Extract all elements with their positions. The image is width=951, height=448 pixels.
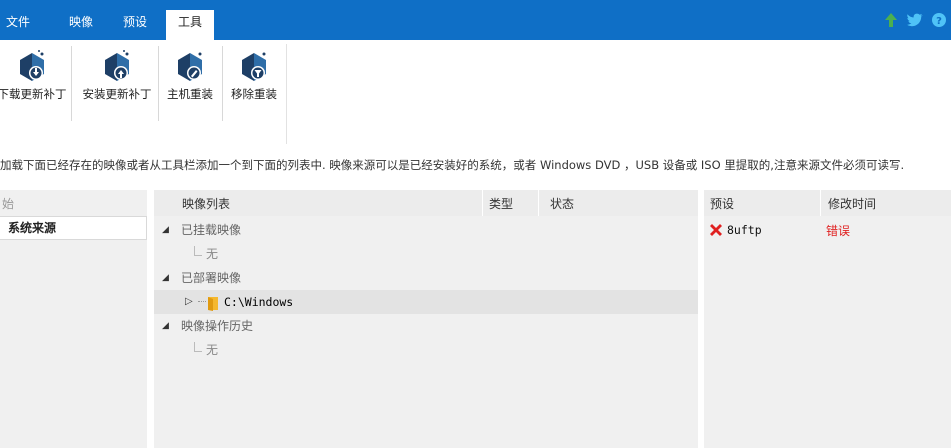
- install-update-button[interactable]: 安装更新补丁: [78, 48, 156, 102]
- left-panel: 始 系统来源: [0, 190, 147, 448]
- expanded-arrow-icon[interactable]: ◢: [162, 314, 169, 338]
- tree-group-label: 映像操作历史: [181, 319, 254, 333]
- ribbon: 下载更新补丁 安装更新补丁 主机重装 移除重装: [0, 40, 951, 146]
- collapsed-arrow-icon[interactable]: ▷: [185, 290, 193, 314]
- column-divider: [482, 190, 483, 216]
- remove-reinstall-icon: [238, 48, 270, 84]
- image-list-panel: 映像列表 类型 状态 ◢ 已挂载映像 无 ◢ 已部署映像 ▷ C:\Window…: [154, 190, 698, 448]
- instruction-text: 加载下面已经存在的映像或者从工具栏添加一个到下面的列表中. 映像来源可以是已经安…: [0, 158, 905, 172]
- column-header-image-list[interactable]: 映像列表: [182, 195, 230, 212]
- tree-group-history[interactable]: ◢ 映像操作历史: [154, 314, 698, 338]
- host-reinstall-button[interactable]: 主机重装: [162, 48, 218, 102]
- install-update-icon: [101, 48, 133, 84]
- tab-presets[interactable]: 预设: [123, 10, 147, 40]
- column-header-modified[interactable]: 修改时间: [828, 195, 876, 212]
- tab-image[interactable]: 映像: [69, 10, 93, 40]
- ribbon-divider: [158, 46, 159, 121]
- host-reinstall-icon: [174, 48, 206, 84]
- left-panel-header: 始: [2, 197, 15, 211]
- column-header-type[interactable]: 类型: [489, 195, 513, 212]
- column-divider: [538, 190, 539, 216]
- tree-item-label: 无: [206, 343, 219, 357]
- tree-item: 无: [154, 338, 698, 362]
- arrow-up-icon[interactable]: [883, 12, 899, 28]
- tree-item-label: 无: [206, 247, 219, 261]
- install-update-label: 安装更新补丁: [82, 87, 152, 101]
- help-icon[interactable]: ?: [931, 12, 947, 28]
- ribbon-divider: [71, 46, 72, 121]
- tree-item-label: C:\Windows: [224, 295, 294, 309]
- tree-group-mounted[interactable]: ◢ 已挂载映像: [154, 218, 698, 242]
- svg-text:?: ?: [936, 16, 942, 27]
- tab-file[interactable]: 文件: [6, 10, 30, 40]
- expanded-arrow-icon[interactable]: ◢: [162, 218, 169, 242]
- preset-row[interactable]: 8uftp 错误: [704, 220, 951, 240]
- column-header-preset[interactable]: 预设: [710, 195, 734, 212]
- expanded-arrow-icon[interactable]: ◢: [162, 266, 169, 290]
- ribbon-group-divider: [286, 44, 287, 144]
- column-header-status[interactable]: 状态: [550, 195, 574, 212]
- host-reinstall-label: 主机重装: [167, 87, 213, 101]
- sidebar-item-system-source[interactable]: 系统来源: [0, 216, 147, 240]
- column-divider: [820, 190, 821, 216]
- top-icon-group: ?: [883, 12, 947, 28]
- remove-reinstall-label: 移除重装: [231, 87, 277, 101]
- presets-header: 预设 修改时间: [704, 190, 951, 216]
- error-x-icon: [708, 222, 724, 241]
- ribbon-divider: [222, 46, 223, 121]
- tab-tools[interactable]: 工具: [166, 10, 215, 40]
- tree-connector: [194, 342, 202, 352]
- tree-item-windows[interactable]: ▷ C:\Windows: [154, 290, 698, 314]
- tree-group-deployed[interactable]: ◢ 已部署映像: [154, 266, 698, 290]
- tree-connector: [198, 301, 206, 302]
- twitter-icon[interactable]: [907, 12, 923, 28]
- image-list-header: 映像列表 类型 状态: [154, 190, 698, 216]
- tree-connector: [194, 246, 202, 256]
- menu-bar: 文件 映像 预设 工具 ?: [0, 0, 951, 40]
- preset-status: 错误: [826, 224, 851, 238]
- tree-group-label: 已挂载映像: [181, 223, 242, 237]
- download-update-button[interactable]: 下载更新补丁: [0, 48, 70, 102]
- tree-item: 无: [154, 242, 698, 266]
- presets-panel: 预设 修改时间 8uftp 错误: [704, 190, 951, 448]
- download-update-label: 下载更新补丁: [0, 87, 67, 101]
- preset-name: 8uftp: [727, 223, 762, 237]
- tree-group-label: 已部署映像: [181, 271, 242, 285]
- download-update-icon: [16, 48, 48, 84]
- remove-reinstall-button[interactable]: 移除重装: [226, 48, 282, 102]
